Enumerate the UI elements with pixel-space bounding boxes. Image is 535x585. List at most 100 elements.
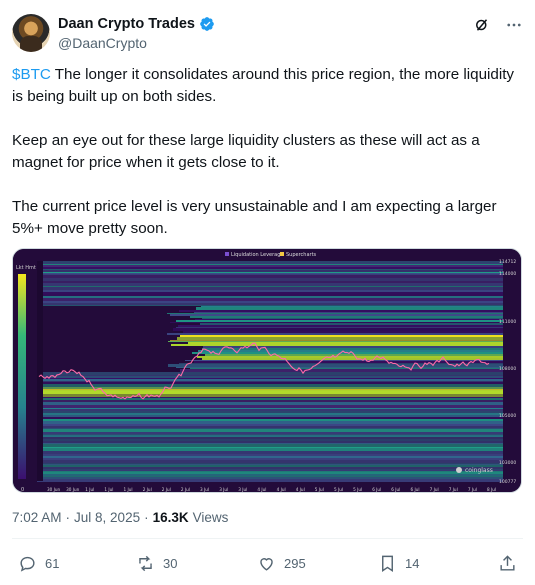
- repost-count: 30: [163, 556, 178, 571]
- repost-button[interactable]: 30: [136, 554, 177, 573]
- watermark-text: coinglass: [465, 467, 493, 474]
- heatmap-band: [37, 281, 503, 283]
- x-tick-label: 30 Jun: [47, 487, 61, 492]
- heatmap-band: [37, 287, 503, 290]
- x-tick-label: 5 Jul: [353, 487, 362, 492]
- bookmark-button[interactable]: 14: [378, 554, 419, 573]
- tweet-header: Daan Crypto Trades @DaanCrypto: [12, 14, 523, 54]
- heatmap-band: [194, 312, 503, 313]
- heatmap-band: [37, 303, 503, 305]
- post-date[interactable]: Jul 8, 2025: [74, 510, 140, 525]
- x-tick-label: 1 Jul: [104, 487, 113, 492]
- author-handle[interactable]: @DaanCrypto: [58, 35, 147, 51]
- meta-separator: ·: [65, 510, 71, 525]
- author-name[interactable]: Daan Crypto Trades: [58, 16, 195, 32]
- heatmap-band: [37, 471, 503, 472]
- heatmap-band: [37, 381, 503, 382]
- grok-icon[interactable]: [473, 16, 491, 34]
- heatmap-band: [37, 469, 503, 470]
- heatmap-band: [190, 368, 503, 369]
- heatmap-band: [188, 342, 503, 344]
- heatmap-band: [196, 307, 503, 310]
- post-time[interactable]: 7:02 AM: [12, 510, 62, 525]
- meta-separator-2: ·: [144, 510, 149, 525]
- x-tick-label: 7 Jul: [449, 487, 458, 492]
- heatmap-band: [201, 306, 503, 307]
- heatmap-image[interactable]: Lkt Hmt 0 Liquidation Leverage Superchar…: [12, 248, 522, 493]
- heatmap-band: [185, 360, 503, 361]
- x-tick-label: 2 Jul: [162, 487, 171, 492]
- colorbar-bottom-label: 0: [21, 487, 24, 493]
- heatmap-band: [171, 344, 503, 346]
- heatmap-band: [37, 413, 503, 415]
- heatmap-band: [37, 443, 503, 444]
- heatmap-band: [197, 356, 503, 358]
- tweet-meta: 7:02 AM · Jul 8, 2025 · 16.3K Views: [12, 510, 228, 525]
- heatmap-band: [37, 444, 503, 447]
- x-tick-label: 2 Jul: [143, 487, 152, 492]
- heatmap-band: [37, 296, 503, 298]
- y-tick-label: 108000: [499, 366, 516, 372]
- colorbar: [18, 274, 26, 479]
- heatmap-band: [37, 398, 503, 400]
- author-name-row: Daan Crypto Trades: [58, 16, 215, 32]
- heatmap-band: [37, 411, 503, 413]
- heatmap-band: [37, 432, 503, 434]
- heatmap-band: [37, 409, 503, 411]
- avatar[interactable]: [12, 14, 50, 52]
- heatmap-band: [167, 313, 503, 314]
- heatmap-band: [37, 263, 503, 264]
- heatmap-band: [37, 424, 503, 426]
- heatmap-band: [168, 341, 503, 342]
- heatmap-band: [180, 369, 503, 372]
- heatmap-band: [37, 458, 503, 460]
- heatmap-band: [37, 439, 503, 441]
- heatmap-band: [37, 434, 503, 435]
- heatmap-band: [37, 447, 503, 448]
- heatmap-band: [37, 477, 503, 479]
- divider: [12, 538, 523, 539]
- heatmap-band: [37, 467, 503, 469]
- heatmap-band: [200, 323, 503, 325]
- heatmap-band: [37, 402, 503, 405]
- heatmap-band: [37, 301, 503, 303]
- cashtag-link[interactable]: $BTC: [12, 66, 51, 83]
- heatmap-band: [37, 441, 503, 443]
- x-tick-label: 7 Jul: [468, 487, 477, 492]
- heatmap-band: [37, 391, 503, 394]
- views-label: Views: [192, 510, 229, 525]
- heatmap-band: [37, 267, 503, 269]
- x-tick-label: 1 Jul: [85, 487, 94, 492]
- heatmap-band: [37, 372, 503, 375]
- action-bar: 61 30 295 14: [12, 554, 523, 574]
- heatmap-band: [37, 286, 503, 287]
- heatmap-band: [177, 337, 503, 340]
- heatmap-band: [202, 318, 503, 319]
- heatmap-band: [170, 322, 503, 323]
- like-button[interactable]: 295: [257, 554, 306, 573]
- heatmap-band: [37, 408, 503, 409]
- tweet-paragraph-1: $BTC The longer it consolidates around t…: [12, 64, 522, 108]
- heatmap-band: [37, 387, 503, 389]
- x-tick-label: 6 Jul: [391, 487, 400, 492]
- views-count: 16.3K: [152, 510, 189, 525]
- heatmap-band: [37, 270, 503, 272]
- x-tick-label: 30 Jun: [66, 487, 80, 492]
- share-icon: [500, 555, 515, 571]
- share-button[interactable]: [498, 554, 517, 573]
- heatmap-band: [37, 269, 503, 270]
- x-tick-label: 2 Jul: [181, 487, 190, 492]
- heatmap-band: [37, 261, 503, 263]
- heatmap-edge: [37, 261, 43, 481]
- heatmap-band: [202, 358, 503, 360]
- heatmap-band: [190, 316, 503, 318]
- reply-button[interactable]: 61: [18, 554, 59, 573]
- heatmap-band: [37, 265, 503, 267]
- bookmark-count: 14: [405, 556, 420, 571]
- heatmap-band: [170, 314, 503, 316]
- heatmap-band: [37, 273, 503, 274]
- more-icon[interactable]: [505, 16, 523, 34]
- heatmap-band: [37, 390, 503, 391]
- heatmap-band: [37, 376, 503, 378]
- heatmap-band: [176, 327, 503, 328]
